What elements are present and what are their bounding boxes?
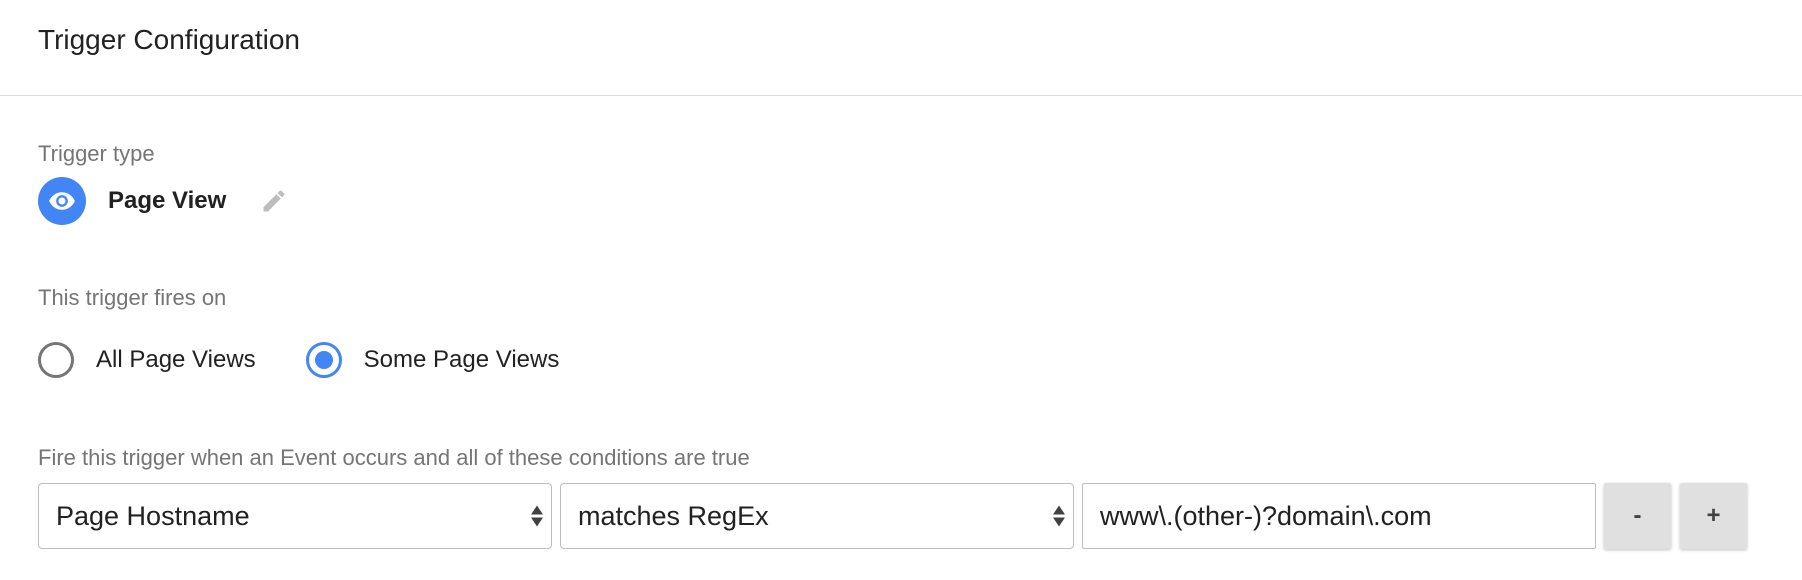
select-arrows-icon bbox=[1053, 505, 1065, 527]
trigger-configuration-panel: Trigger Configuration Trigger type Page … bbox=[0, 0, 1802, 580]
trigger-type-label: Trigger type bbox=[38, 141, 155, 166]
radio-all-page-views[interactable]: All Page Views bbox=[38, 342, 256, 378]
condition-value-input[interactable] bbox=[1082, 483, 1596, 549]
panel-header: Trigger Configuration bbox=[0, 0, 1802, 96]
arrow-up-icon bbox=[531, 505, 543, 515]
select-arrows-icon bbox=[531, 505, 543, 527]
variable-select-value: Page Hostname bbox=[56, 500, 250, 531]
radio-unchecked-icon[interactable] bbox=[38, 342, 74, 378]
radio-checked-icon[interactable] bbox=[305, 342, 342, 378]
arrow-down-icon bbox=[531, 517, 543, 527]
fires-on-label: This trigger fires on bbox=[38, 285, 227, 310]
arrow-up-icon bbox=[1053, 505, 1065, 515]
conditions-label: Fire this trigger when an Event occurs a… bbox=[38, 445, 750, 470]
eye-icon bbox=[49, 192, 75, 210]
operator-select[interactable]: matches RegEx bbox=[560, 483, 1074, 549]
radio-some-page-views[interactable]: Some Page Views bbox=[305, 342, 560, 378]
remove-condition-button[interactable]: - bbox=[1604, 483, 1671, 549]
radio-selected-dot bbox=[314, 351, 333, 369]
trigger-type-row: Page View bbox=[38, 177, 290, 225]
panel-title: Trigger Configuration bbox=[38, 24, 300, 55]
operator-select-value: matches RegEx bbox=[578, 500, 769, 531]
pencil-icon bbox=[263, 190, 285, 212]
add-condition-button[interactable]: + bbox=[1680, 483, 1747, 549]
edit-trigger-type-button[interactable] bbox=[258, 185, 290, 217]
radio-label-some-page-views: Some Page Views bbox=[363, 346, 560, 373]
radio-label-all-page-views: All Page Views bbox=[96, 346, 256, 373]
fires-on-radio-group: All Page Views Some Page Views bbox=[38, 336, 609, 384]
trigger-type-name: Page View bbox=[108, 187, 227, 214]
arrow-down-icon bbox=[1053, 517, 1065, 527]
condition-row: Page Hostname matches RegEx - + bbox=[38, 483, 1756, 549]
variable-select[interactable]: Page Hostname bbox=[38, 483, 552, 549]
trigger-type-icon-badge bbox=[38, 177, 86, 225]
